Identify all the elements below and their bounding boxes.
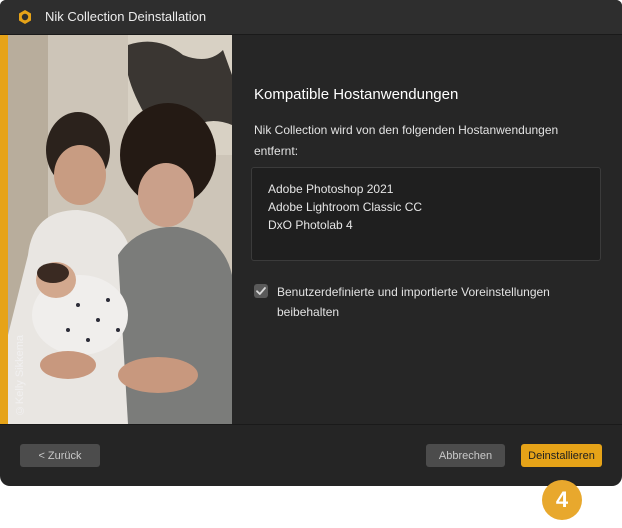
nik-collection-logo-icon bbox=[19, 10, 31, 24]
section-heading: Kompatible Hostanwendungen bbox=[254, 86, 459, 103]
keep-presets-checkbox[interactable] bbox=[254, 284, 268, 298]
window-title: Nik Collection Deinstallation bbox=[45, 9, 207, 24]
host-app-item: Adobe Lightroom Classic CC bbox=[268, 200, 423, 214]
content-panel: Kompatible Hostanwendungen Nik Collectio… bbox=[232, 35, 622, 424]
step-number-badge: 4 bbox=[542, 480, 582, 520]
uninstaller-window: Nik Collection Deinstallation ©Kelly Sik… bbox=[0, 0, 622, 486]
accent-bar bbox=[0, 35, 8, 424]
family-photo: ©Kelly Sikkema bbox=[8, 35, 232, 424]
photo-credit: ©Kelly Sikkema bbox=[14, 334, 26, 416]
uninstall-button[interactable]: Deinstallieren bbox=[521, 444, 602, 467]
host-app-list: Adobe Photoshop 2021 Adobe Lightroom Cla… bbox=[251, 167, 601, 261]
title-bar: Nik Collection Deinstallation bbox=[0, 0, 622, 35]
back-button[interactable]: < Zurück bbox=[20, 444, 100, 467]
host-app-item: DxO Photolab 4 bbox=[268, 218, 353, 232]
checkmark-icon bbox=[256, 287, 266, 295]
host-app-item: Adobe Photoshop 2021 bbox=[268, 182, 394, 196]
description-text: Nik Collection wird von den folgenden Ho… bbox=[254, 123, 559, 158]
keep-presets-label[interactable]: Benutzerdefinierte und importierte Vorei… bbox=[277, 282, 587, 322]
cancel-button[interactable]: Abbrechen bbox=[426, 444, 505, 467]
footer-divider bbox=[0, 424, 622, 425]
